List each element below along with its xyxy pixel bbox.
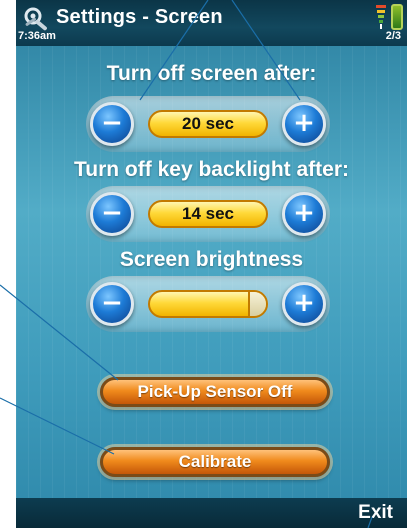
clock: 7:36am xyxy=(18,30,56,42)
key-backlight-decrease-button[interactable]: − xyxy=(90,192,134,236)
screen-timeout-increase-button[interactable]: + xyxy=(282,102,326,146)
screen: Settings - Screen 7:36am 2/3 Turn off sc… xyxy=(16,0,407,528)
exit-softkey[interactable]: Exit xyxy=(358,502,393,524)
battery-icon xyxy=(391,4,403,30)
brightness-control: − + xyxy=(86,276,330,332)
title-bar: Settings - Screen 7:36am 2/3 xyxy=(16,0,407,46)
key-backlight-increase-button[interactable]: + xyxy=(282,192,326,236)
brightness-increase-button[interactable]: + xyxy=(282,282,326,326)
screen-timeout-control: − 20 sec + xyxy=(86,96,330,152)
screen-timeout-value: 20 sec xyxy=(148,110,268,138)
phone-screen-frame: Settings - Screen 7:36am 2/3 Turn off sc… xyxy=(0,0,407,528)
softkey-bar: Exit xyxy=(16,498,407,528)
left-margin xyxy=(0,0,16,528)
key-backlight-value: 14 sec xyxy=(148,200,268,228)
screen-timeout-decrease-button[interactable]: − xyxy=(90,102,134,146)
brightness-decrease-button[interactable]: − xyxy=(90,282,134,326)
brightness-level-empty xyxy=(247,292,266,316)
pickup-sensor-button[interactable]: Pick-Up Sensor Off xyxy=(100,377,330,407)
calibrate-button[interactable]: Calibrate xyxy=(100,447,330,477)
key-backlight-control: − 14 sec + xyxy=(86,186,330,242)
brightness-label: Screen brightness xyxy=(119,248,304,271)
brightness-level-bar xyxy=(148,290,268,318)
screen-timeout-label: Turn off screen after: xyxy=(106,62,317,85)
key-backlight-label: Turn off key backlight after: xyxy=(74,158,349,181)
signal-strength-icon xyxy=(376,5,386,29)
page-indicator: 2/3 xyxy=(385,30,401,42)
page-title: Settings - Screen xyxy=(56,6,223,28)
